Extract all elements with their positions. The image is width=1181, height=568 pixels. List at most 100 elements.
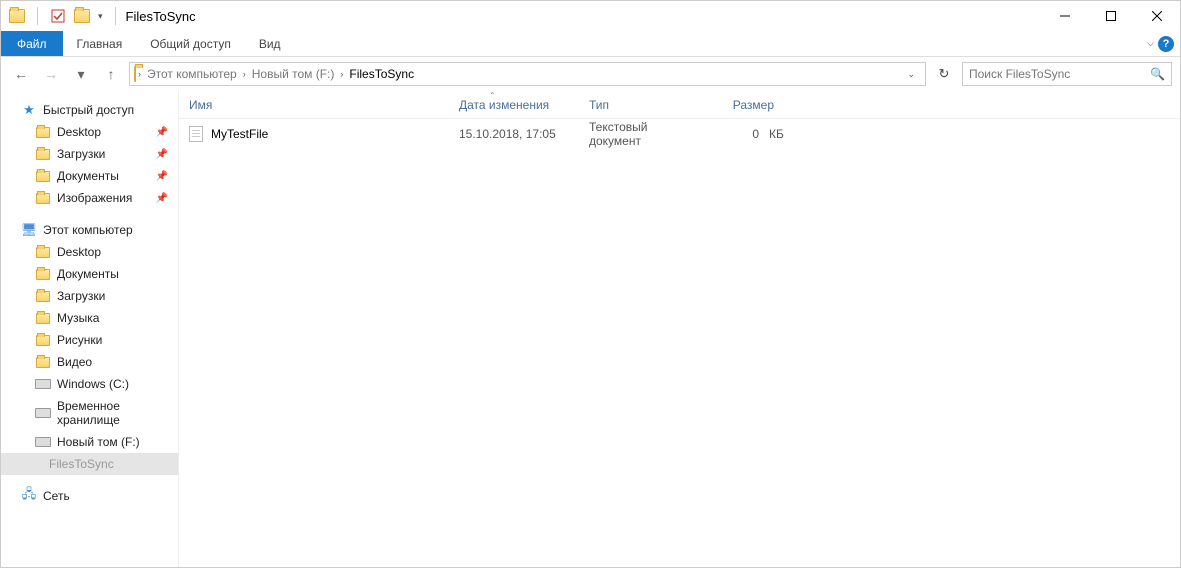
nav-this-pc-label: Этот компьютер (43, 223, 133, 237)
nav-item-label: Загрузки (57, 289, 105, 303)
folder-icon (35, 125, 51, 139)
nav-back-button[interactable]: ← (9, 62, 33, 86)
folder-icon (35, 311, 51, 325)
pin-icon: 📌 (156, 171, 168, 182)
folder-icon (35, 355, 51, 369)
nav-item-label: Музыка (57, 311, 99, 325)
folder-icon (35, 147, 51, 161)
nav-item-label: Изображения (57, 191, 132, 205)
nav-network[interactable]: 🖧 Сеть (1, 485, 178, 507)
main-area: ★ Быстрый доступ Desktop 📌 Загрузки 📌 Доку… (1, 91, 1180, 567)
app-folder-icon (9, 8, 25, 24)
address-dropdown-icon[interactable]: ⌄ (901, 69, 921, 80)
folder-icon (35, 169, 51, 183)
search-icon[interactable]: 🔍 (1150, 67, 1165, 81)
star-icon: ★ (21, 103, 37, 117)
nav-item-documents-pc[interactable]: Документы (1, 263, 178, 285)
nav-item-temp-storage[interactable]: Временное хранилище (1, 395, 178, 431)
nav-item-drive-f[interactable]: Новый том (F:) (1, 431, 178, 453)
nav-item-label: Документы (57, 267, 119, 281)
file-type: Текстовый документ (579, 120, 709, 148)
help-icon[interactable]: ? (1158, 36, 1174, 52)
nav-item-pictures[interactable]: Изображения 📌 (1, 187, 178, 209)
folder-icon (35, 333, 51, 347)
folder-icon (35, 267, 51, 281)
pin-icon: 📌 (156, 149, 168, 160)
chevron-right-icon[interactable]: › (136, 69, 143, 79)
search-input[interactable] (969, 67, 1150, 81)
breadcrumb-pc[interactable]: Этот компьютер (143, 67, 241, 81)
column-name[interactable]: Имя (179, 98, 449, 112)
nav-item-label: Видео (57, 355, 92, 369)
column-type[interactable]: Тип (579, 98, 709, 112)
nav-quick-access[interactable]: ★ Быстрый доступ (1, 99, 178, 121)
nav-item-documents[interactable]: Документы 📌 (1, 165, 178, 187)
chevron-right-icon[interactable]: › (338, 69, 345, 79)
nav-network-label: Сеть (43, 489, 70, 503)
tab-share[interactable]: Общий доступ (136, 31, 245, 56)
text-file-icon (189, 126, 203, 142)
sort-indicator-icon: ⌃ (489, 91, 496, 100)
nav-item-label: FilesToSync (49, 457, 114, 471)
search-box[interactable]: 🔍 (962, 62, 1172, 86)
nav-item-drawings[interactable]: Рисунки (1, 329, 178, 351)
breadcrumb-drive[interactable]: Новый том (F:) (248, 67, 339, 81)
nav-history-dropdown[interactable]: ▾ (69, 62, 93, 86)
tab-file[interactable]: Файл (1, 31, 63, 56)
folder-icon (35, 191, 51, 205)
ribbon: Файл Главная Общий доступ Вид ⌵ ? (1, 31, 1180, 57)
nav-item-downloads[interactable]: Загрузки 📌 (1, 143, 178, 165)
column-date[interactable]: Дата изменения (449, 98, 579, 112)
drive-icon (35, 435, 51, 449)
separator (115, 7, 116, 25)
file-row[interactable]: MyTestFile 15.10.2018, 17:05 Текстовый д… (179, 119, 1180, 149)
window-title: FilesToSync (126, 9, 196, 24)
nav-up-button[interactable]: ↑ (99, 62, 123, 86)
folder-icon (35, 289, 51, 303)
network-icon: 🖧 (21, 489, 37, 503)
nav-this-pc[interactable]: 🖥 Этот компьютер (1, 219, 178, 241)
pc-icon: 🖥 (21, 223, 37, 237)
separator (37, 7, 38, 25)
nav-item-label: Рисунки (57, 333, 102, 347)
nav-item-label: Документы (57, 169, 119, 183)
drive-icon (35, 406, 51, 420)
refresh-button[interactable]: ↻ (932, 62, 956, 86)
folder-icon (35, 245, 51, 259)
minimize-button[interactable] (1042, 1, 1088, 31)
pin-icon: 📌 (156, 193, 168, 204)
chevron-right-icon[interactable]: › (241, 69, 248, 79)
nav-item-label: Desktop (57, 125, 101, 139)
nav-item-music[interactable]: Музыка (1, 307, 178, 329)
pin-icon: 📌 (156, 127, 168, 138)
nav-item-label: Загрузки (57, 147, 105, 161)
qat-dropdown-icon[interactable]: ▾ (98, 11, 103, 22)
nav-item-filestosync[interactable]: FilesToSync (1, 453, 178, 475)
file-name: MyTestFile (211, 127, 268, 141)
ribbon-expand-icon[interactable]: ⌵ (1147, 38, 1154, 49)
tab-view[interactable]: Вид (245, 31, 295, 56)
new-folder-qat-icon[interactable] (74, 8, 90, 24)
nav-item-label: Временное хранилище (57, 399, 170, 427)
properties-qat-icon[interactable] (50, 8, 66, 24)
nav-item-video[interactable]: Видео (1, 351, 178, 373)
nav-item-drive-c[interactable]: Windows (C:) (1, 373, 178, 395)
column-size[interactable]: Размер (709, 98, 784, 112)
nav-item-label: Новый том (F:) (57, 435, 140, 449)
file-size-unit: КБ (769, 127, 797, 141)
nav-item-desktop[interactable]: Desktop 📌 (1, 121, 178, 143)
address-bar[interactable]: › Этот компьютер › Новый том (F:) › File… (129, 62, 926, 86)
nav-item-downloads-pc[interactable]: Загрузки (1, 285, 178, 307)
breadcrumb-current[interactable]: FilesToSync (345, 67, 418, 81)
column-headers: Имя Дата изменения Тип Размер (179, 91, 1180, 119)
nav-item-label: Desktop (57, 245, 101, 259)
navigation-pane: ★ Быстрый доступ Desktop 📌 Загрузки 📌 Доку… (1, 91, 179, 567)
maximize-button[interactable] (1088, 1, 1134, 31)
nav-item-desktop-pc[interactable]: Desktop (1, 241, 178, 263)
nav-forward-button[interactable]: → (39, 62, 63, 86)
close-button[interactable] (1134, 1, 1180, 31)
address-folder-icon (134, 67, 136, 81)
file-date: 15.10.2018, 17:05 (449, 127, 579, 141)
tab-home[interactable]: Главная (63, 31, 137, 56)
file-size: 0 (709, 127, 769, 141)
